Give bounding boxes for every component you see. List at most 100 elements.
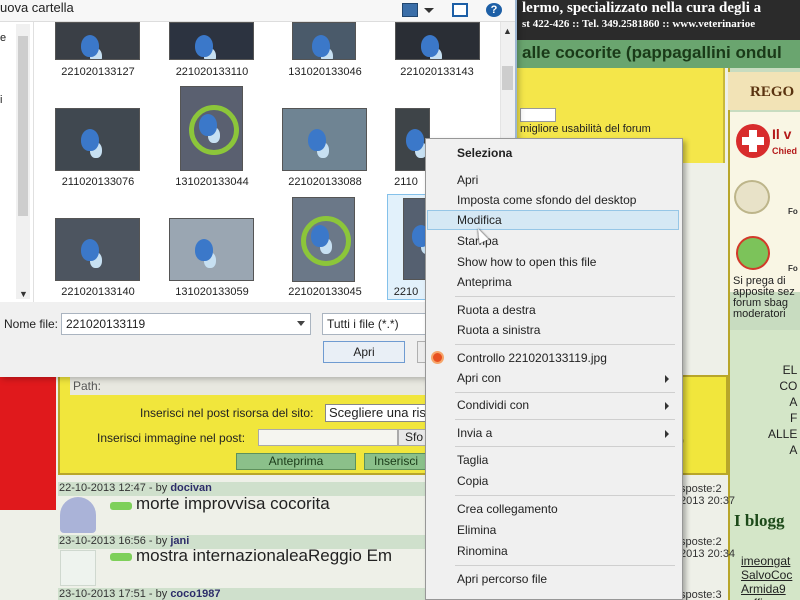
post-tag-icon <box>110 502 132 510</box>
menu-item-ruota-sinistra[interactable]: Ruota a sinistra <box>427 320 679 340</box>
menu-item-taglia[interactable]: Taglia <box>427 450 679 470</box>
change-view-icon[interactable] <box>402 3 418 17</box>
menu-item-anteprima[interactable]: Anteprima <box>427 272 679 292</box>
post-header: 23-10-2013 17:51 - by coco1987 <box>58 588 425 600</box>
open-button[interactable]: Apri <box>323 341 405 363</box>
filename-dropdown-icon[interactable] <box>297 321 305 326</box>
menu-item-show-how-to-open[interactable]: Show how to open this file <box>427 252 679 272</box>
view-options-arrow-icon[interactable] <box>424 8 434 13</box>
avatar <box>60 550 96 586</box>
menu-item-label: Condividi con <box>457 398 530 412</box>
menu-item-ruota-destra[interactable]: Ruota a destra <box>427 300 679 320</box>
file-name[interactable]: 131020133044 <box>157 176 267 188</box>
menu-item-elimina[interactable]: Elimina <box>427 520 679 540</box>
forum-small-input[interactable] <box>520 108 556 122</box>
menu-item-rinomina[interactable]: Rinomina <box>427 541 679 561</box>
blog-section-title: I blogg <box>734 511 785 530</box>
filename-input[interactable]: 221020133119 <box>61 313 311 335</box>
path-label: Path: <box>73 379 102 393</box>
right-list-item: A <box>789 395 798 409</box>
image-label: Inserisci immagine nel post: <box>97 431 246 445</box>
cockatiel-icon <box>734 180 770 214</box>
file-thumbnail[interactable] <box>282 108 367 171</box>
file-name[interactable]: 221020133110 <box>157 66 267 78</box>
submenu-arrow-icon <box>665 430 669 438</box>
menu-item-apri[interactable]: Apri <box>427 170 679 190</box>
file-name[interactable]: 131020133046 <box>270 66 380 78</box>
file-thumbnail[interactable] <box>169 22 254 60</box>
menu-item-crea-collegamento[interactable]: Crea collegamento <box>427 499 679 519</box>
resource-select[interactable]: Scegliere una riso <box>325 404 431 422</box>
insert-button[interactable]: Inserisci <box>364 453 428 470</box>
blog-links[interactable]: imeongat SalvoCoc Armida9 soffioner <box>741 554 792 600</box>
file-thumbnail[interactable] <box>55 218 140 281</box>
file-name[interactable]: 131020133059 <box>157 286 267 298</box>
post-date: 23-10-2013 17:51 - by <box>59 588 171 600</box>
menu-separator <box>455 419 675 420</box>
right-list-item: A <box>789 443 798 457</box>
menu-item-condividi-con[interactable]: Condividi con <box>427 395 679 415</box>
post-date: 22-10-2013 12:47 - by <box>59 482 171 494</box>
submenu-arrow-icon <box>665 402 669 410</box>
file-name[interactable]: 221020133143 <box>382 66 492 78</box>
resource-label: Inserisci nel post risorsa del sito: <box>140 406 314 420</box>
file-thumbnail[interactable] <box>55 108 140 171</box>
red-cross-icon <box>736 124 770 158</box>
preview-pane-icon[interactable] <box>452 3 468 17</box>
preview-button[interactable]: Anteprima <box>236 453 356 470</box>
filename-label: Nome file: <box>4 317 59 331</box>
menu-separator <box>455 565 675 566</box>
file-name[interactable]: 211020133076 <box>43 176 153 188</box>
file-thumbnail[interactable] <box>169 218 254 281</box>
dialog-toolbar: uova cartella ? <box>0 0 515 22</box>
menu-item-stampa[interactable]: Stampa <box>427 231 679 251</box>
menu-separator <box>455 344 675 345</box>
post-title[interactable]: mostra internazionaleaReggio Em <box>136 546 392 566</box>
right-list-item: ALLE <box>768 427 798 441</box>
menu-item-invia-a[interactable]: Invia a <box>427 423 679 443</box>
file-name[interactable]: 221020133140 <box>43 286 153 298</box>
menu-item-modifica[interactable]: Modifica <box>427 210 679 230</box>
file-thumbnail[interactable] <box>292 22 356 60</box>
menu-item-copia[interactable]: Copia <box>427 471 679 491</box>
menu-item-controllo[interactable]: Controllo 221020133119.jpg <box>427 348 679 368</box>
nav-item[interactable]: e <box>0 32 6 44</box>
file-thumbnail[interactable] <box>55 22 140 60</box>
right-info-subtitle: Chied <box>772 146 798 156</box>
file-list-scroll-thumb[interactable] <box>502 66 513 90</box>
nav-item[interactable]: i <box>0 94 2 106</box>
right-list-item: F <box>790 411 798 425</box>
menu-item-label: Invia a <box>457 426 493 440</box>
nav-scroll-thumb[interactable] <box>18 36 28 216</box>
filetype-select[interactable]: Tutti i file (*.*) <box>322 313 427 335</box>
new-folder-button[interactable]: uova cartella <box>0 0 74 15</box>
regole-title: REGO <box>750 84 795 100</box>
regole-banner: REGO <box>728 72 800 110</box>
right-list-item: CO <box>779 379 798 393</box>
right-forum-link-1[interactable]: Fo <box>788 207 798 216</box>
file-name[interactable]: 221020133127 <box>43 66 153 78</box>
right-info-title: Il v <box>772 126 792 142</box>
menu-item-seleziona[interactable]: Seleziona <box>427 143 679 163</box>
scroll-up-icon[interactable]: ▲ <box>503 26 512 36</box>
post-author[interactable]: docivan <box>170 482 212 494</box>
menu-separator <box>455 392 675 393</box>
forum-section-title: alle cocorite (pappagallini ondul <box>522 43 782 62</box>
file-thumbnail[interactable] <box>395 22 480 60</box>
file-thumbnail[interactable] <box>180 86 243 171</box>
menu-item-apri-percorso[interactable]: Apri percorso file <box>427 569 679 589</box>
image-path-input[interactable] <box>258 429 398 446</box>
post-author[interactable]: coco1987 <box>170 588 220 600</box>
post-tag-icon <box>110 553 132 561</box>
help-icon[interactable]: ? <box>486 3 502 17</box>
nav-scroll-down-icon[interactable]: ▼ <box>19 289 28 299</box>
file-thumbnail[interactable] <box>292 197 355 282</box>
forum-header-subtitle: st 422-426 :: Tel. 349.2581860 :: www.ve… <box>522 18 756 30</box>
lovebird-icon <box>736 236 770 270</box>
post-title[interactable]: morte improvvisa cocorita <box>136 494 330 514</box>
right-forum-link-2[interactable]: Fo <box>788 264 798 273</box>
right-list: EL CO A F ALLE A <box>768 362 797 458</box>
menu-item-apri-con[interactable]: Apri con <box>427 368 679 388</box>
menu-item-set-desktop-background[interactable]: Imposta come sfondo del desktop <box>427 190 679 210</box>
right-list-item: EL <box>782 363 798 377</box>
